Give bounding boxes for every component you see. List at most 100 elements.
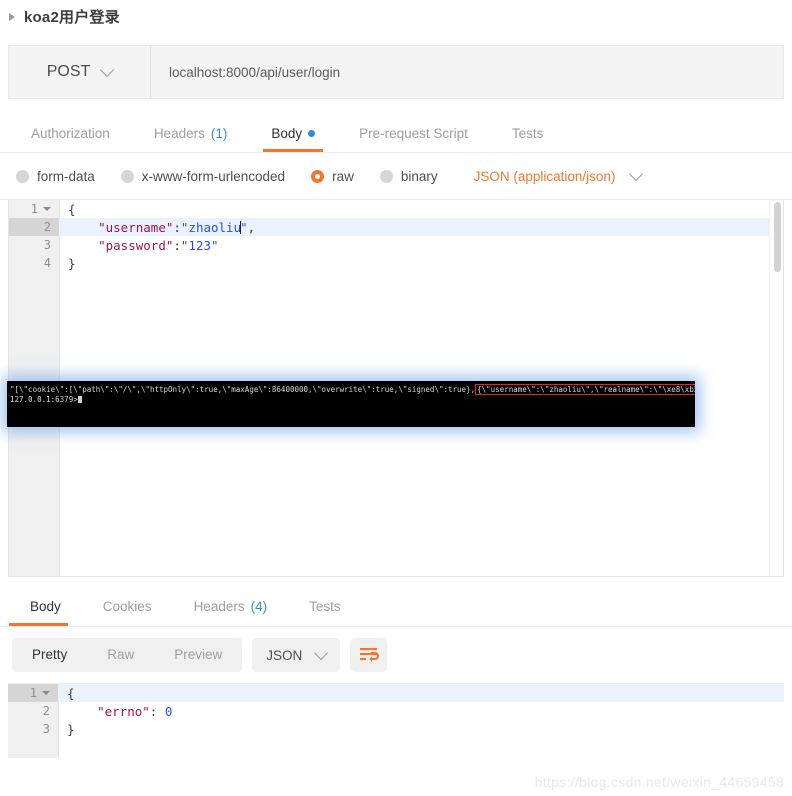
tab-pre-request-script[interactable]: Pre-request Script bbox=[337, 114, 490, 152]
editor-scrollbar[interactable] bbox=[774, 202, 781, 272]
tab-label: Headers bbox=[193, 599, 245, 614]
json-key-username: "username" bbox=[98, 219, 174, 235]
radio-form-data[interactable]: form-data bbox=[16, 169, 95, 184]
line-number[interactable]: 3 bbox=[9, 236, 59, 254]
terminal-overlay[interactable]: "[\"cookie\":[\"path\":\"/\",\"httpOnly\… bbox=[7, 381, 695, 427]
chevron-down-icon bbox=[314, 645, 329, 661]
tab-count: (1) bbox=[210, 125, 228, 141]
collapse-triangle-icon[interactable] bbox=[9, 12, 15, 21]
response-lines: 1 { 2 "errno": 0 3 } bbox=[8, 684, 784, 738]
response-format-label: JSON bbox=[266, 647, 303, 663]
view-mode-preview[interactable]: Preview bbox=[154, 638, 242, 672]
line-number-text: 2 bbox=[43, 220, 51, 234]
request-title-bar: koa2用户登录 bbox=[0, 0, 792, 33]
radio-label: form-data bbox=[37, 168, 95, 184]
tab-label: Tests bbox=[511, 125, 544, 141]
code-text: { bbox=[67, 685, 75, 701]
watermark: https://blog.csdn.net/weixin_44659458 bbox=[534, 774, 784, 790]
radio-label: binary bbox=[400, 168, 438, 184]
json-value-errno: 0 bbox=[164, 703, 173, 719]
line-number[interactable]: 3 bbox=[8, 720, 58, 738]
code-text: "username":"zhaoliu", bbox=[98, 219, 256, 235]
http-method-selector[interactable]: POST bbox=[9, 46, 151, 98]
tab-count: (4) bbox=[250, 599, 268, 614]
url-bar: POST localhost:8000/api/user/login bbox=[8, 45, 784, 99]
editor-lines: 1 { 2 "username":"zhaoliu", 3 "password"… bbox=[9, 200, 783, 272]
response-tab-headers[interactable]: Headers (4) bbox=[173, 587, 289, 626]
http-method-label: POST bbox=[46, 63, 91, 80]
code-text: } bbox=[67, 721, 75, 737]
radio-x-www-form-urlencoded[interactable]: x-www-form-urlencoded bbox=[120, 168, 286, 184]
chevron-down-icon bbox=[100, 62, 115, 78]
tab-body[interactable]: Body bbox=[249, 114, 337, 152]
tab-headers[interactable]: Headers (1) bbox=[132, 114, 250, 152]
terminal-text-prefix: "[\"cookie\":[\"path\":\"/\",\"httpOnly\… bbox=[10, 385, 476, 394]
line-number-text: 1 bbox=[30, 202, 38, 216]
response-tab-tests[interactable]: Tests bbox=[288, 587, 362, 626]
radio-raw[interactable]: raw bbox=[311, 169, 354, 184]
tab-authorization[interactable]: Authorization bbox=[9, 114, 132, 152]
line-number-text: 1 bbox=[29, 686, 37, 700]
radio-icon bbox=[379, 169, 393, 183]
terminal-prompt-line: 127.0.0.1:6379> bbox=[7, 395, 695, 405]
code-line: 4 } bbox=[9, 254, 783, 272]
response-view-mode-group: Pretty Raw Preview bbox=[12, 638, 243, 672]
view-mode-pretty[interactable]: Pretty bbox=[12, 638, 87, 672]
code-text: "errno": 0 bbox=[97, 703, 173, 719]
line-number[interactable]: 1 bbox=[9, 200, 59, 218]
tab-label: Pre-request Script bbox=[359, 125, 468, 141]
response-toolbar: Pretty Raw Preview JSON bbox=[0, 627, 792, 683]
word-wrap-button[interactable] bbox=[350, 638, 388, 672]
response-format-selector[interactable]: JSON bbox=[252, 638, 341, 672]
terminal-cursor bbox=[77, 396, 82, 403]
chevron-down-icon bbox=[629, 166, 644, 182]
json-key-errno: "errno" bbox=[97, 703, 150, 719]
code-line: 3 "password":"123" bbox=[9, 236, 783, 254]
tab-label: Headers bbox=[153, 125, 205, 141]
request-tabs: Authorization Headers (1) Body Pre-reque… bbox=[0, 113, 792, 153]
terminal-prompt: 127.0.0.1:6379> bbox=[10, 395, 78, 404]
json-value-password: "123" bbox=[180, 237, 219, 253]
radio-icon bbox=[120, 169, 134, 183]
line-number[interactable]: 2 bbox=[9, 218, 59, 236]
line-number-text: 2 bbox=[42, 704, 50, 718]
line-number-text: 3 bbox=[43, 238, 51, 252]
code-line: 1 { bbox=[8, 684, 784, 702]
tab-label: Cookies bbox=[102, 599, 152, 614]
line-number[interactable]: 2 bbox=[8, 702, 58, 720]
line-number[interactable]: 4 bbox=[9, 254, 59, 272]
view-mode-raw[interactable]: Raw bbox=[87, 638, 154, 672]
line-number-text: 4 bbox=[43, 256, 51, 270]
response-tab-body[interactable]: Body bbox=[9, 587, 82, 626]
json-value-username: "zhaoliu bbox=[180, 219, 242, 235]
response-tab-cookies[interactable]: Cookies bbox=[82, 587, 173, 626]
tab-label: Tests bbox=[309, 599, 341, 614]
line-number-text: 3 bbox=[42, 722, 50, 736]
terminal-highlighted-payload: {\"username\":\"zhaoliu\",\"realname\":\… bbox=[475, 384, 695, 395]
url-input[interactable]: localhost:8000/api/user/login bbox=[151, 46, 783, 98]
radio-icon bbox=[16, 169, 29, 183]
tab-label: Body bbox=[271, 125, 303, 141]
tab-label: Authorization bbox=[31, 125, 110, 141]
response-body-editor[interactable]: 1 { 2 "errno": 0 3 } bbox=[8, 683, 784, 758]
code-text: } bbox=[68, 255, 76, 271]
line-number[interactable]: 1 bbox=[8, 684, 58, 702]
modified-dot-icon bbox=[308, 129, 316, 137]
tab-tests[interactable]: Tests bbox=[490, 114, 566, 152]
url-text: localhost:8000/api/user/login bbox=[169, 64, 341, 80]
code-line: 2 "errno": 0 bbox=[8, 702, 784, 720]
content-type-selector[interactable]: JSON (application/json) bbox=[473, 166, 644, 184]
code-line: 3 } bbox=[8, 720, 784, 738]
radio-icon-selected bbox=[311, 169, 325, 183]
tab-label: Body bbox=[30, 599, 61, 614]
radio-binary[interactable]: binary bbox=[379, 168, 438, 184]
radio-label: x-www-form-urlencoded bbox=[141, 168, 286, 184]
code-line: 1 { bbox=[9, 200, 783, 218]
fold-toggle-icon[interactable] bbox=[42, 691, 50, 695]
content-type-label: JSON (application/json) bbox=[473, 168, 616, 184]
request-title: koa2用户登录 bbox=[24, 9, 120, 26]
body-type-row: form-data x-www-form-urlencoded raw bina… bbox=[0, 153, 792, 200]
terminal-output-line: "[\"cookie\":[\"path\":\"/\",\"httpOnly\… bbox=[7, 381, 695, 395]
fold-toggle-icon[interactable] bbox=[43, 207, 51, 211]
response-tabs: Body Cookies Headers (4) Tests bbox=[0, 586, 792, 627]
